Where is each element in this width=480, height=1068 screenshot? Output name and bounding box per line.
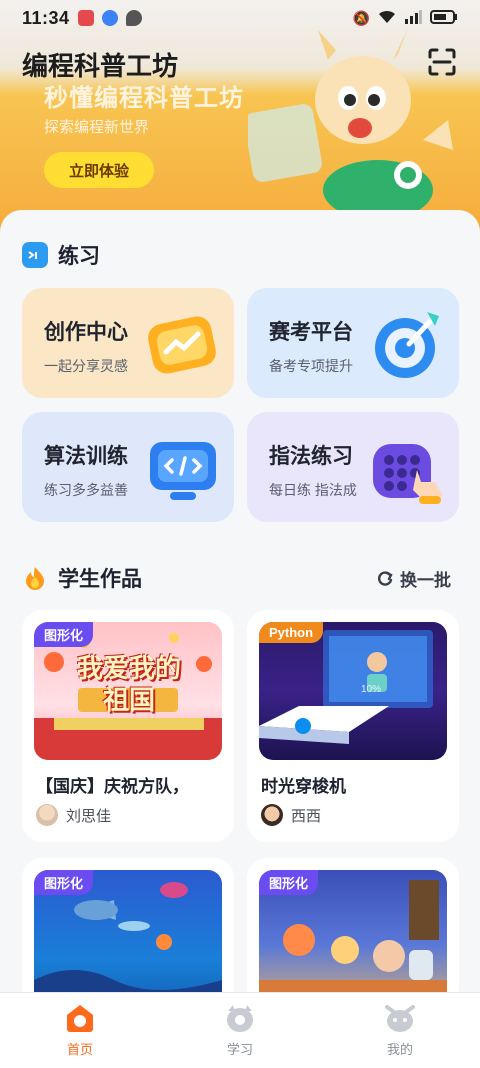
refresh-batch-button[interactable]: 换一批 (376, 566, 451, 591)
mute-icon: 🔕 (352, 9, 370, 26)
typing-practice-card[interactable]: 指法练习 每日练 指法成 (247, 412, 459, 522)
exam-platform-card[interactable]: 赛考平台 备考专项提升 (247, 288, 459, 398)
nav-label: 学习 (226, 1042, 253, 1057)
category-tag: 图形化 (34, 870, 94, 895)
notification-icon (77, 10, 94, 26)
work-author: 刘思佳 (36, 804, 111, 826)
algorithm-training-card[interactable]: 算法训练 练习多多益善 (22, 412, 234, 522)
code-monitor-icon (150, 442, 216, 500)
status-time: 11:34 (22, 7, 70, 28)
bottom-nav: 首页 学习 我的 (0, 992, 480, 1068)
category-tag: 图形化 (34, 622, 94, 647)
nav-label: 我的 (386, 1042, 413, 1057)
practice-icon (22, 242, 48, 268)
work-thumbnail: 我爱我的祖国 图形化 (34, 622, 222, 760)
practice-title-text: 练习 (58, 245, 100, 268)
try-now-button[interactable]: 立即体验 (44, 152, 154, 188)
avatar (261, 804, 283, 826)
app-title: 编程科普工坊 (22, 51, 179, 81)
battery-icon (430, 9, 458, 27)
thumbnail-caption: 我爱我的祖国 (76, 653, 181, 715)
work-thumbnail: 图形化 (34, 870, 222, 1008)
target-dart-icon (375, 312, 439, 378)
category-tag: 图形化 (259, 870, 319, 895)
profile-icon (385, 1005, 415, 1032)
learn-icon (227, 1005, 253, 1032)
author-name: 西西 (291, 807, 322, 825)
chart-board-icon (148, 316, 216, 374)
work-card[interactable]: 我爱我的祖国 图形化 【国庆】庆祝方队， 刘思佳 (22, 610, 234, 842)
category-tag: Python (259, 622, 324, 643)
refresh-icon (378, 570, 393, 586)
refresh-label: 换一批 (400, 571, 451, 590)
keypad-hand-icon (373, 444, 443, 504)
work-thumbnail: 图形化 (259, 870, 447, 1008)
work-thumbnail: 10% Python (259, 622, 447, 760)
work-title: 【国庆】庆祝方队， (36, 777, 189, 796)
wifi-icon (378, 10, 396, 27)
banner-subtitle: 探索编程新世界 (44, 119, 150, 136)
nav-item-learn[interactable]: 学习 (160, 993, 320, 1068)
work-card[interactable]: 10% Python 时光穿梭机 西西 (247, 610, 459, 842)
banner-headline: 秒懂编程科普工坊 (44, 85, 244, 112)
nav-item-home[interactable]: 首页 (0, 993, 160, 1068)
student-works-section-title: 学生作品 (22, 563, 142, 593)
scan-icon[interactable] (424, 44, 460, 80)
nav-item-mine[interactable]: 我的 (320, 993, 480, 1068)
chat-icon (125, 10, 142, 26)
work-card[interactable]: 图形化 (247, 858, 459, 1008)
creation-center-card[interactable]: 创作中心 一起分享灵感 (22, 288, 234, 398)
work-title: 时光穿梭机 (261, 777, 346, 796)
works-title-text: 学生作品 (58, 568, 142, 591)
work-card[interactable]: 图形化 (22, 858, 234, 1008)
signal-icon (404, 9, 422, 27)
practice-section-title: 练习 (22, 240, 100, 270)
flame-icon (22, 565, 48, 591)
thumbnail-caption: 10% (361, 684, 382, 695)
status-bar: 11:34 🔕 (0, 0, 480, 36)
nav-label: 首页 (66, 1042, 93, 1057)
home-icon (67, 1005, 93, 1032)
author-name: 刘思佳 (66, 807, 112, 825)
work-author: 西西 (261, 804, 321, 826)
browser-icon (101, 10, 118, 26)
avatar (36, 804, 58, 826)
